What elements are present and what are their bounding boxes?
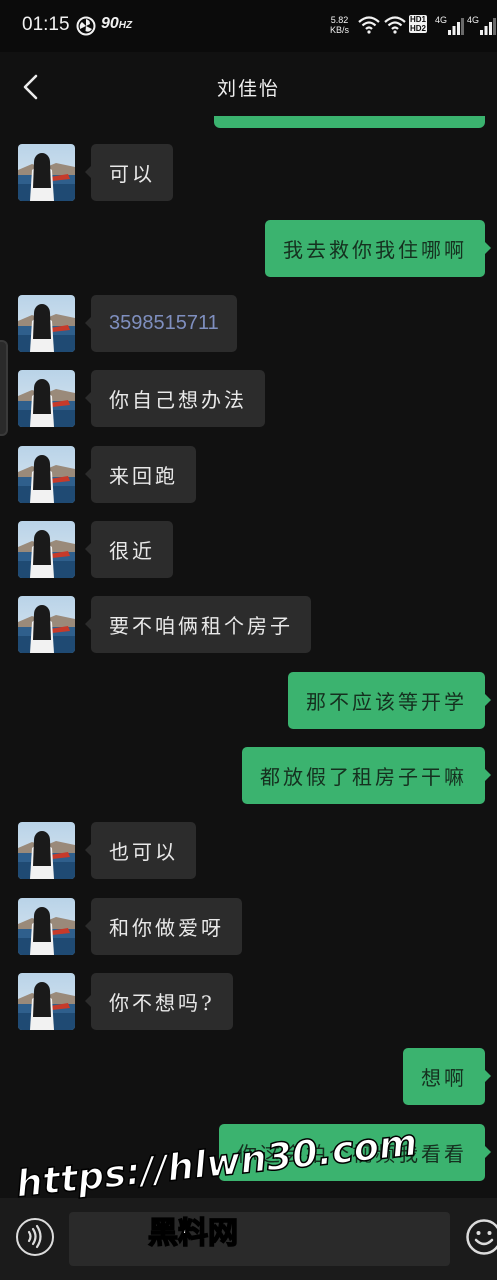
hd-badge: HD1 HD2 — [409, 15, 428, 33]
incoming-message-bubble[interactable]: 和你做爱呀 — [85, 898, 242, 955]
chat-header: 刘佳怡 — [0, 52, 497, 120]
avatar[interactable] — [18, 973, 75, 1030]
outgoing-message-bubble[interactable]: 都放假了租房子干嘛 — [242, 747, 491, 804]
svg-text:4G: 4G — [467, 15, 479, 25]
incoming-message-bubble[interactable]: 可以 — [85, 144, 173, 201]
edge-panel-handle[interactable] — [0, 340, 8, 436]
input-bar — [0, 1198, 497, 1280]
incoming-message-bubble[interactable]: 你不想吗? — [85, 973, 233, 1030]
avatar[interactable] — [18, 822, 75, 879]
avatar[interactable] — [18, 596, 75, 653]
avatar[interactable] — [18, 370, 75, 427]
status-bar: 01:15 90HZ 5.82 KB/s HD1 HD2 4G 4G — [0, 0, 497, 52]
outgoing-message-bubble[interactable]: 我去救你我住哪啊 — [265, 220, 491, 277]
svg-text:4G: 4G — [435, 15, 447, 25]
watermark-label: 黑料网 — [147, 1215, 239, 1252]
voice-icon[interactable] — [16, 1218, 54, 1256]
previous-message-bubble[interactable] — [214, 116, 485, 128]
avatar[interactable] — [18, 446, 75, 503]
avatar[interactable] — [18, 521, 75, 578]
wifi-icon — [358, 16, 380, 34]
incoming-message-bubble[interactable]: 要不咱俩租个房子 — [85, 596, 311, 653]
signal-icon: 4G — [435, 15, 464, 35]
incoming-message-bubble[interactable]: 来回跑 — [85, 446, 196, 503]
incoming-message-bubble[interactable]: 很近 — [85, 521, 173, 578]
outgoing-message-bubble[interactable]: 那不应该等开学 — [288, 672, 491, 729]
fan-icon — [76, 16, 96, 36]
incoming-message-bubble[interactable]: 3598515711 — [85, 295, 237, 352]
avatar[interactable] — [18, 144, 75, 201]
wifi-icon — [384, 16, 406, 34]
signal-icon: 4G — [467, 15, 496, 35]
net-speed: 5.82 KB/s — [330, 15, 350, 35]
watermark-url: https://hlwn30.com — [13, 1120, 420, 1206]
incoming-message-bubble[interactable]: 也可以 — [85, 822, 196, 879]
outgoing-message-bubble[interactable]: 想啊 — [403, 1048, 491, 1105]
message-input[interactable] — [69, 1212, 450, 1266]
status-time: 01:15 — [22, 14, 70, 35]
page-title: 刘佳怡 — [216, 78, 280, 100]
avatar[interactable] — [18, 295, 75, 352]
avatar[interactable] — [18, 898, 75, 955]
emoji-icon[interactable] — [465, 1218, 497, 1256]
refresh-rate: 90HZ — [101, 15, 133, 32]
incoming-message-bubble[interactable]: 你自己想办法 — [85, 370, 265, 427]
